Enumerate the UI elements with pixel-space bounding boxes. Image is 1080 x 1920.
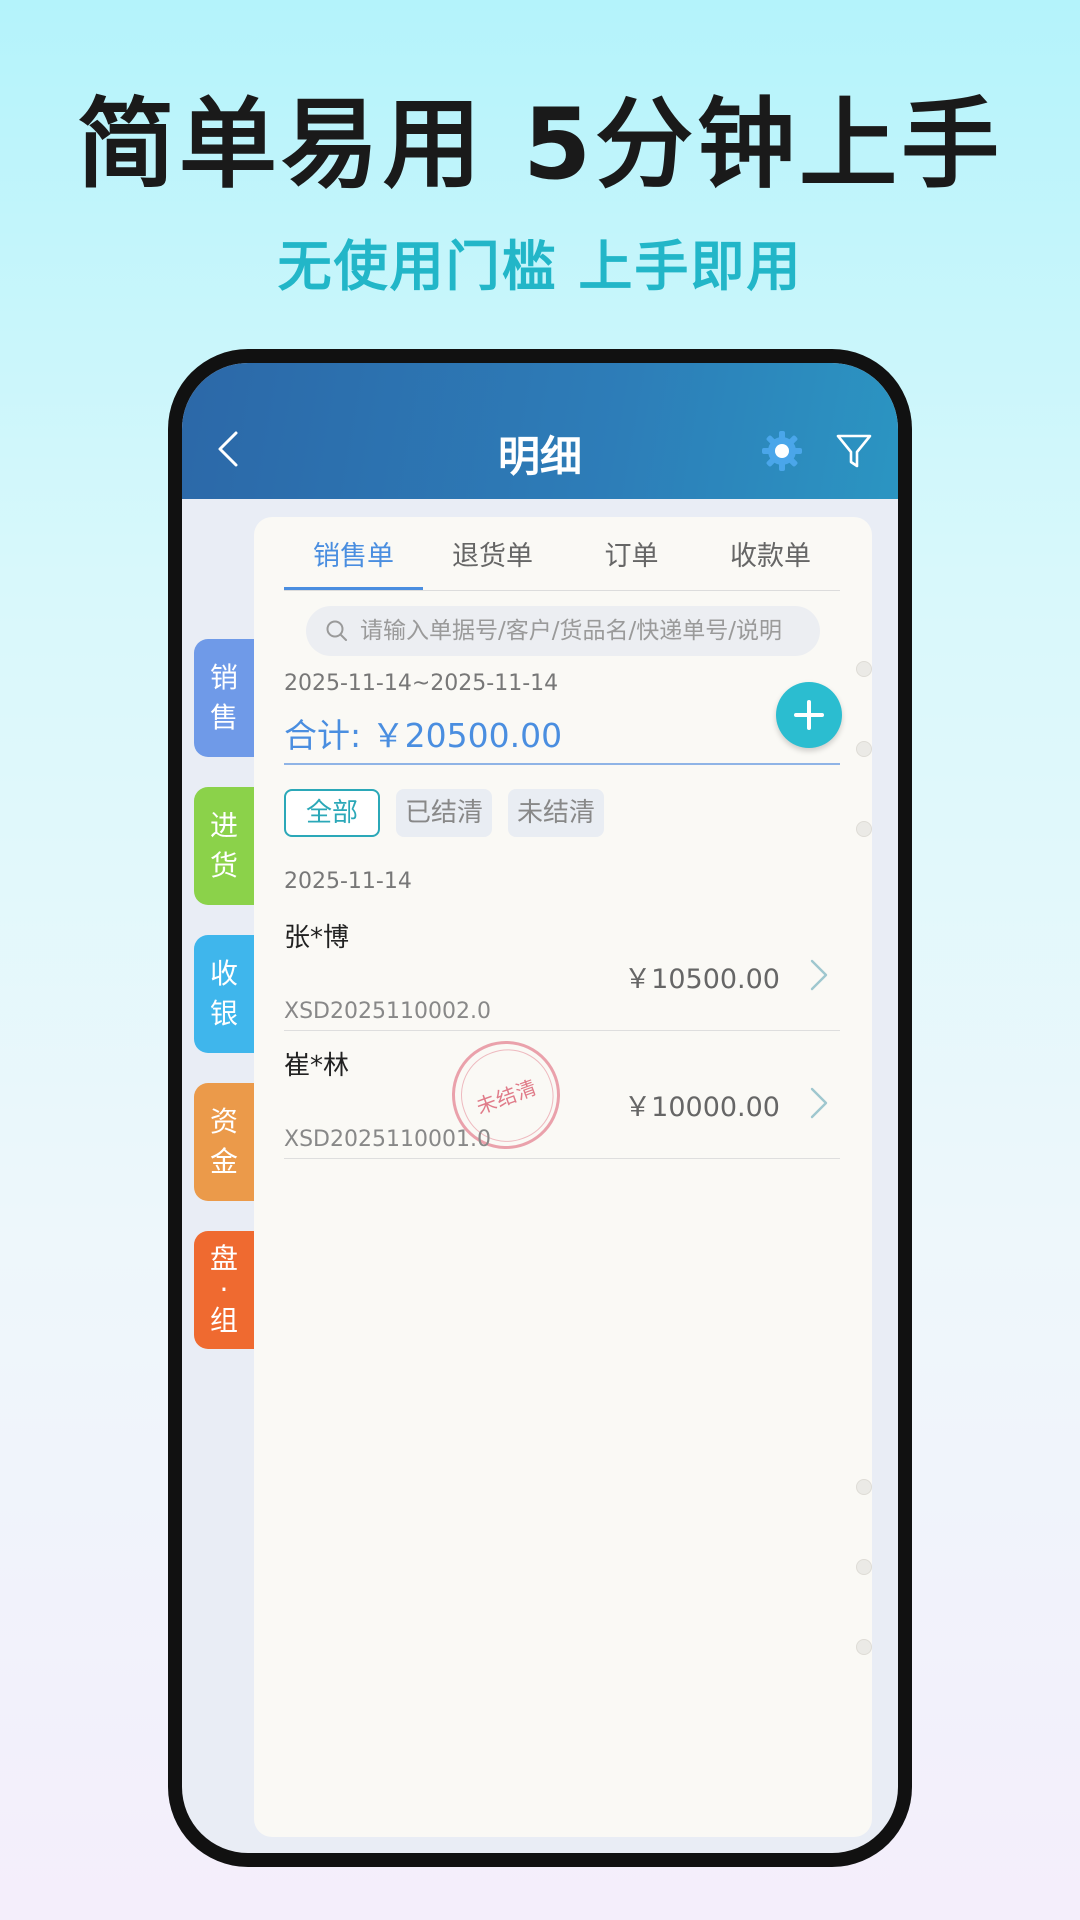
record-number: XSD2025110002.0 (284, 999, 491, 1024)
side-tab-label: 金 (209, 1145, 238, 1178)
filter-icon[interactable] (834, 431, 874, 471)
record-amount: ￥10500.00 (624, 964, 780, 995)
stamp-label: 未结清 (472, 1074, 541, 1119)
phone-screen: 明细 销 售 进 货 收 银 资 金 盘 · 组 销售单 退货单 订单 收款单 … (182, 363, 898, 1853)
binder-hole (856, 1479, 872, 1495)
filter-settled[interactable]: 已结清 (396, 789, 492, 837)
active-tab-indicator (284, 587, 423, 590)
side-tab-label: 资 (209, 1105, 238, 1138)
filter-all[interactable]: 全部 (284, 789, 380, 837)
tab-order[interactable]: 订单 (562, 531, 701, 583)
promo-subline: 无使用门槛 上手即用 (277, 235, 803, 298)
binder-hole (856, 741, 872, 757)
tab-return-order[interactable]: 退货单 (423, 531, 562, 583)
side-tab-label: · (219, 1273, 229, 1306)
tab-bar: 销售单 退货单 订单 收款单 (284, 531, 840, 591)
record-row[interactable]: 张*博 ￥10500.00 XSD2025110002.0 (284, 903, 840, 1031)
filter-unsettled[interactable]: 未结清 (508, 789, 604, 837)
side-tab-purchase[interactable]: 进 货 (194, 787, 254, 905)
side-tab-label: 销 (209, 661, 238, 694)
promo-headline: 简单易用 5分钟上手 (76, 88, 1004, 202)
record-amount: ￥10000.00 (624, 1092, 780, 1123)
chevron-right-icon (810, 1087, 828, 1119)
search-box[interactable] (306, 606, 820, 656)
record-number: XSD2025110001.0 (284, 1127, 491, 1152)
customer-name: 张*博 (284, 923, 350, 953)
binder-hole (856, 661, 872, 677)
total-divider (284, 763, 840, 765)
side-tab-label: 货 (209, 849, 238, 882)
side-tab-label: 收 (209, 957, 238, 990)
tab-sales-order[interactable]: 销售单 (284, 531, 423, 583)
date-range[interactable]: 2025-11-14~2025-11-14 (284, 671, 558, 696)
add-button[interactable] (776, 682, 842, 748)
search-input[interactable] (360, 606, 810, 656)
side-tab-funds[interactable]: 资 金 (194, 1083, 254, 1201)
gear-icon[interactable] (760, 429, 804, 473)
tab-receipt-order[interactable]: 收款单 (701, 531, 840, 583)
side-tab-label: 进 (209, 809, 238, 842)
side-tab-label: 组 (209, 1304, 238, 1337)
detail-card: 销售单 退货单 订单 收款单 2025-11-14~2025-11-14 合计:… (254, 517, 872, 1837)
side-tab-cashier[interactable]: 收 银 (194, 935, 254, 1053)
binder-hole (856, 1559, 872, 1575)
side-tab-label: 银 (209, 997, 238, 1030)
side-tab-sales[interactable]: 销 售 (194, 639, 254, 757)
plus-icon (794, 700, 824, 730)
record-row[interactable]: 崔*林 未结清 ￥10000.00 XSD2025110001.0 (284, 1025, 840, 1165)
customer-name: 崔*林 (284, 1051, 350, 1081)
search-icon (326, 620, 347, 641)
binder-hole (856, 821, 872, 837)
phone-frame: 明细 销 售 进 货 收 银 资 金 盘 · 组 销售单 退货单 订单 收款单 … (168, 349, 912, 1867)
app-bar: 明细 (182, 363, 898, 499)
side-tab-label: 售 (209, 701, 238, 734)
side-tab-inventory[interactable]: 盘 · 组 (194, 1231, 254, 1349)
total-amount: 合计: ￥20500.00 (284, 716, 563, 755)
binder-hole (856, 1639, 872, 1655)
chevron-right-icon (810, 959, 828, 991)
group-date: 2025-11-14 (284, 869, 412, 894)
